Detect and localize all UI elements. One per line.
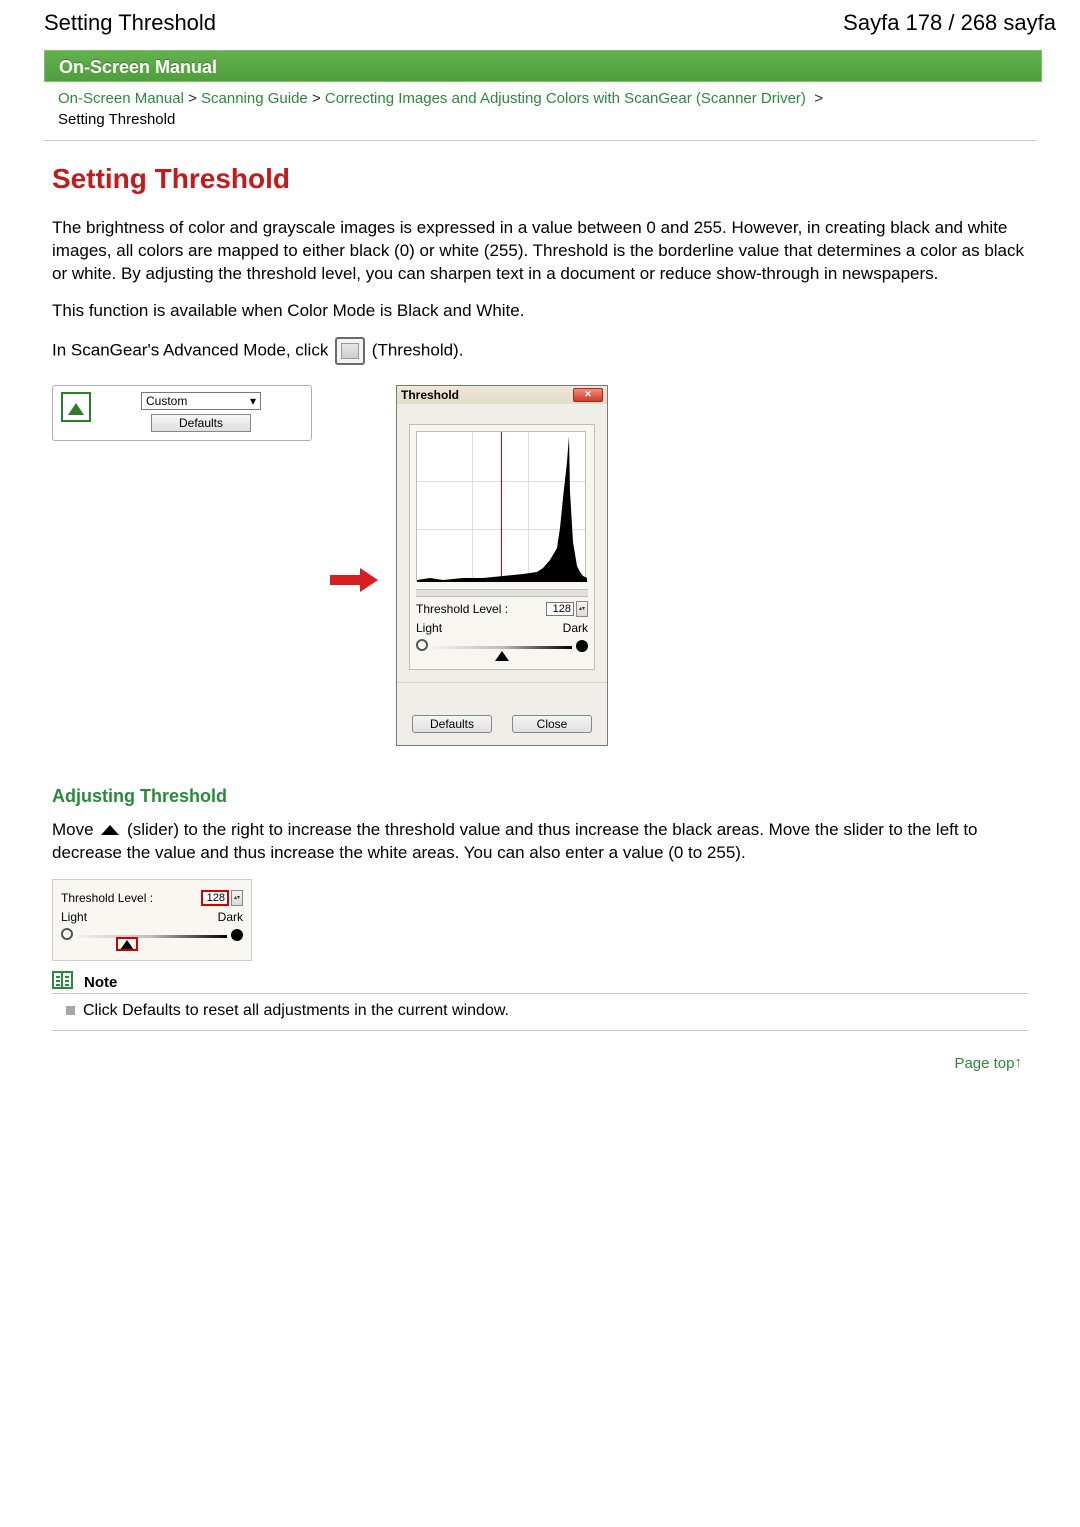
crumb-current: Setting Threshold xyxy=(58,111,175,128)
dialog-title: Threshold xyxy=(401,388,459,402)
crumb-sep: > xyxy=(312,90,321,107)
defaults-button[interactable]: Defaults xyxy=(151,414,251,432)
crumb-on-screen-manual[interactable]: On-Screen Manual xyxy=(58,90,184,107)
crumb-sep: > xyxy=(814,90,823,107)
bullet-icon xyxy=(66,1006,75,1015)
histogram-chart xyxy=(416,431,586,581)
manual-header: On-Screen Manual xyxy=(44,50,1042,82)
dark-endpoint-icon xyxy=(231,929,243,941)
crumb-correcting-images[interactable]: Correcting Images and Adjusting Colors w… xyxy=(325,90,806,107)
light-label: Light xyxy=(61,910,87,924)
arrow-up-icon: ↑ xyxy=(1015,1054,1023,1071)
crumb-sep: > xyxy=(188,90,197,107)
threshold-level-input-highlighted[interactable] xyxy=(201,890,229,906)
threshold-thumbnail-icon[interactable] xyxy=(61,392,91,422)
arrow-right-icon xyxy=(330,566,378,594)
light-label: Light xyxy=(416,621,442,635)
note-header: Note xyxy=(52,971,1028,994)
adjusting-threshold-paragraph: Move (slider) to the right to increase t… xyxy=(52,819,1028,865)
light-endpoint-icon xyxy=(61,928,73,940)
threshold-icon xyxy=(335,337,365,365)
slider-thumb-icon[interactable] xyxy=(495,651,509,661)
threshold-dialog: Threshold ✕ xyxy=(396,385,608,746)
article-title: Setting Threshold xyxy=(52,163,1028,195)
threshold-callout: Threshold Level : ▴▾ Light Dark xyxy=(52,879,252,961)
threshold-level-input[interactable] xyxy=(546,602,574,616)
spinner-buttons[interactable]: ▴▾ xyxy=(231,890,243,906)
page-counter: Sayfa 178 / 268 sayfa xyxy=(843,10,1056,36)
slider-thumb-icon xyxy=(101,825,119,835)
dialog-defaults-button[interactable]: Defaults xyxy=(412,715,492,733)
page-title: Setting Threshold xyxy=(44,10,216,36)
crumb-scanning-guide[interactable]: Scanning Guide xyxy=(201,90,308,107)
light-endpoint-icon xyxy=(416,639,428,651)
breadcrumb: On-Screen Manual > Scanning Guide > Corr… xyxy=(44,82,1036,141)
dark-label: Dark xyxy=(563,621,588,635)
intro-paragraph-2: This function is available when Color Mo… xyxy=(52,300,1028,323)
intro-paragraph-1: The brightness of color and grayscale im… xyxy=(52,217,1028,286)
threshold-slider[interactable] xyxy=(416,637,588,663)
figure-row: Custom ▾ Defaults Threshold ✕ xyxy=(52,385,1028,746)
page-top-link[interactable]: Page top↑ xyxy=(954,1055,1022,1072)
note-body: Click Defaults to reset all adjustments … xyxy=(52,994,1028,1031)
threshold-level-label: Threshold Level : xyxy=(61,891,153,905)
spinner-buttons[interactable]: ▴▾ xyxy=(576,601,588,617)
intro-paragraph-3: In ScanGear's Advanced Mode, click (Thre… xyxy=(52,337,1028,365)
dialog-close-button[interactable]: Close xyxy=(512,715,592,733)
dark-endpoint-icon xyxy=(576,640,588,652)
threshold-level-label: Threshold Level : xyxy=(416,602,508,616)
preset-select[interactable]: Custom ▾ xyxy=(141,392,261,410)
slider-thumb-highlight xyxy=(116,937,138,951)
threshold-slider[interactable] xyxy=(61,926,243,952)
custom-settings-box: Custom ▾ Defaults xyxy=(52,385,312,441)
note-icon xyxy=(52,971,78,991)
dark-label: Dark xyxy=(218,910,243,924)
close-button[interactable]: ✕ xyxy=(573,388,603,402)
chevron-down-icon: ▾ xyxy=(250,394,256,408)
adjusting-threshold-heading: Adjusting Threshold xyxy=(52,786,1028,807)
